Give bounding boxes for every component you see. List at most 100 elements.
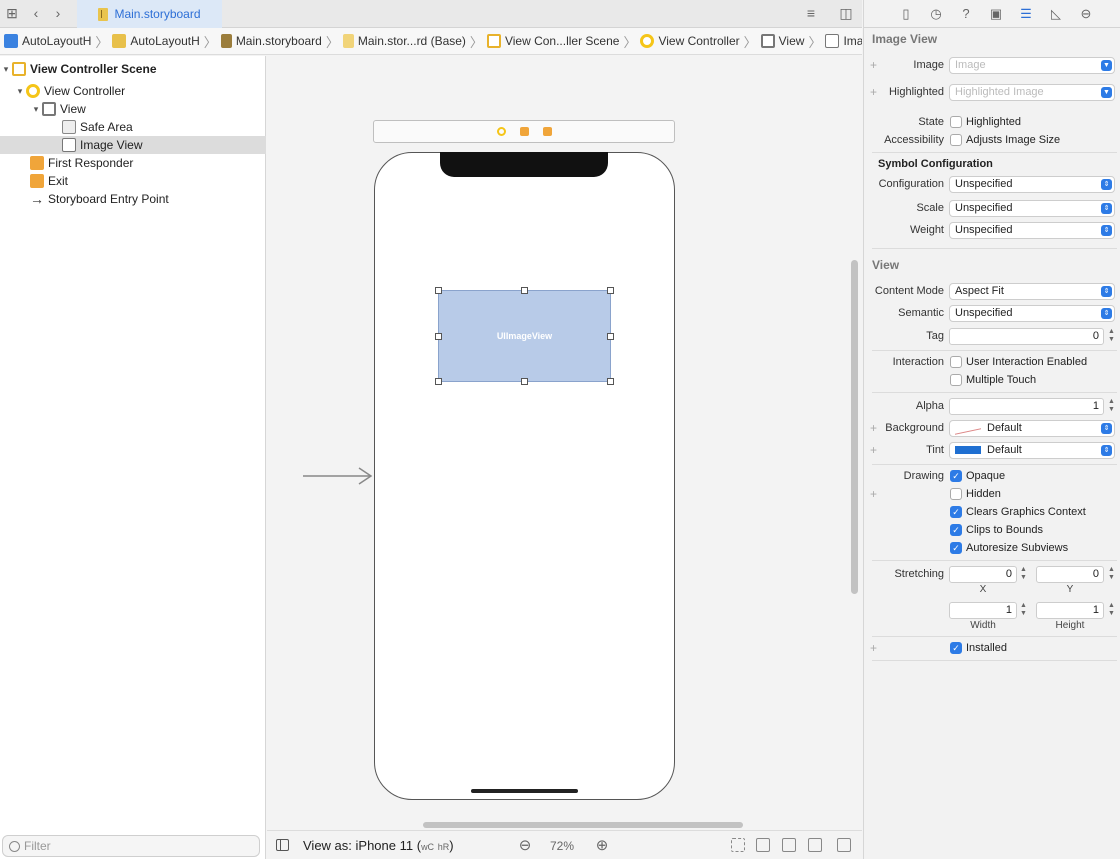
chevron-down-icon[interactable]: ▼ <box>1101 60 1112 71</box>
stretch-width-field[interactable]: 1 <box>949 602 1017 619</box>
alpha-field[interactable]: 1 <box>949 398 1104 415</box>
disclosure-down-icon[interactable]: ▾ <box>30 104 42 115</box>
lines-icon[interactable]: ≡ <box>803 5 819 21</box>
resize-handle[interactable] <box>607 287 614 294</box>
attributes-inspector-icon[interactable]: ☰ <box>1018 6 1034 22</box>
highlighted-image-combo[interactable]: Highlighted Image ▼ <box>949 84 1115 101</box>
entry-point-arrow[interactable] <box>303 466 373 486</box>
user-interaction-checkbox[interactable] <box>950 356 962 368</box>
zoom-out-icon[interactable]: ⊖ <box>517 836 533 854</box>
help-inspector-icon[interactable]: ? <box>958 6 974 22</box>
scene-dock[interactable] <box>373 120 675 143</box>
chevron-updown-icon[interactable]: ⇕ <box>1101 423 1112 434</box>
weight-select[interactable]: Unspecified ⇕ <box>949 222 1115 239</box>
uiimageview[interactable]: UIImageView <box>435 287 614 385</box>
resolve-issues-icon[interactable] <box>808 838 822 852</box>
disclosure-down-icon[interactable]: ▾ <box>0 64 12 75</box>
back-chevron-icon[interactable]: ‹ <box>28 5 44 21</box>
chevron-down-icon[interactable]: ▼ <box>1101 87 1112 98</box>
stretch-height-field[interactable]: 1 <box>1036 602 1104 619</box>
forward-chevron-icon[interactable]: › <box>50 5 66 21</box>
filter-input[interactable]: Filter <box>2 835 260 857</box>
clips-to-bounds-checkbox[interactable]: ✓ <box>950 524 962 536</box>
autoresize-subviews-checkbox[interactable]: ✓ <box>950 542 962 554</box>
split-editor-icon[interactable]: ◫ <box>838 5 854 21</box>
tag-field[interactable]: 0 <box>949 328 1104 345</box>
outline-item-safe-area[interactable]: Safe Area <box>0 118 266 136</box>
image-combo[interactable]: Image ▼ <box>949 57 1115 74</box>
crumb-view-controller[interactable]: View Controller <box>640 34 740 48</box>
zoom-in-icon[interactable]: ⊕ <box>594 836 610 854</box>
clears-graphics-checkbox[interactable]: ✓ <box>950 506 962 518</box>
multiple-touch-checkbox[interactable] <box>950 374 962 386</box>
exit-dock-icon[interactable] <box>542 127 552 136</box>
vertical-scrollbar[interactable] <box>851 260 858 594</box>
resize-handle[interactable] <box>521 287 528 294</box>
semantic-select[interactable]: Unspecified ⇕ <box>949 305 1115 322</box>
chevron-updown-icon[interactable]: ⇕ <box>1101 286 1112 297</box>
plus-icon[interactable]: + <box>870 641 877 655</box>
chevron-updown-icon[interactable]: ⇕ <box>1101 445 1112 456</box>
view-as-device-button[interactable]: View as: iPhone 11 (wC hR) <box>303 838 454 853</box>
size-inspector-icon[interactable]: ◺ <box>1048 6 1064 22</box>
stretch-x-field[interactable]: 0 <box>949 566 1017 583</box>
connections-inspector-icon[interactable]: ⊖ <box>1078 6 1094 22</box>
outline-item-view-controller[interactable]: ▾ View Controller <box>0 82 266 100</box>
adjusts-image-size-checkbox[interactable] <box>950 134 962 146</box>
crumb-storyboard-base[interactable]: Main.stor...rd (Base) <box>342 34 466 48</box>
background-color-select[interactable]: Default ⇕ <box>949 420 1115 437</box>
crumb-image-view[interactable]: Image View <box>825 34 862 48</box>
chevron-updown-icon[interactable]: ⇕ <box>1101 203 1112 214</box>
add-constraints-icon[interactable] <box>782 838 796 852</box>
opaque-checkbox[interactable]: ✓ <box>950 470 962 482</box>
outline-item-image-view[interactable]: Image View <box>0 136 266 154</box>
crumb-project[interactable]: AutoLayoutH <box>4 34 91 48</box>
view-controller-dock-icon[interactable] <box>496 127 506 136</box>
resize-handle[interactable] <box>521 378 528 385</box>
hidden-checkbox[interactable] <box>950 488 962 500</box>
outline-item-first-responder[interactable]: First Responder <box>0 154 266 172</box>
plus-icon[interactable]: + <box>870 487 877 501</box>
chevron-updown-icon[interactable]: ⇕ <box>1101 179 1112 190</box>
disclosure-down-icon[interactable]: ▾ <box>14 86 26 97</box>
scale-select[interactable]: Unspecified ⇕ <box>949 200 1115 217</box>
stretch-width-stepper[interactable]: ▲ ▼ <box>1019 602 1028 618</box>
history-inspector-icon[interactable]: ◷ <box>928 6 944 22</box>
outline-item-scene[interactable]: ▾ View Controller Scene <box>0 60 266 78</box>
crumb-storyboard[interactable]: Main.storyboard <box>220 34 322 48</box>
chevron-updown-icon[interactable]: ⇕ <box>1101 225 1112 236</box>
chevron-updown-icon[interactable]: ⇕ <box>1101 308 1112 319</box>
embed-in-icon[interactable] <box>837 838 851 852</box>
stretch-y-field[interactable]: 0 <box>1036 566 1104 583</box>
horizontal-scrollbar[interactable] <box>423 822 743 828</box>
resize-handle[interactable] <box>607 378 614 385</box>
alpha-stepper[interactable]: ▲ ▼ <box>1107 398 1116 414</box>
state-highlighted-checkbox[interactable] <box>950 116 962 128</box>
toggle-outline-icon[interactable] <box>276 839 289 851</box>
align-icon[interactable] <box>756 838 770 852</box>
outline-item-view[interactable]: ▾ View <box>0 100 266 118</box>
stretch-x-stepper[interactable]: ▲ ▼ <box>1019 566 1028 582</box>
resize-handle[interactable] <box>435 378 442 385</box>
crumb-scene[interactable]: View Con...ller Scene <box>486 34 619 48</box>
tint-color-select[interactable]: Default ⇕ <box>949 442 1115 459</box>
storyboard-canvas[interactable]: UIImageView <box>267 56 862 830</box>
content-mode-select[interactable]: Aspect Fit ⇕ <box>949 283 1115 300</box>
resize-handle[interactable] <box>435 333 442 340</box>
crumb-view[interactable]: View <box>760 34 804 48</box>
identity-inspector-icon[interactable]: ▣ <box>988 6 1004 22</box>
configuration-select[interactable]: Unspecified ⇕ <box>949 176 1115 193</box>
update-frames-icon[interactable] <box>731 838 745 852</box>
resize-handle[interactable] <box>435 287 442 294</box>
tab-main-storyboard[interactable]: Main.storyboard <box>77 0 222 28</box>
stretch-height-stepper[interactable]: ▲ ▼ <box>1107 602 1116 618</box>
outline-item-exit[interactable]: Exit <box>0 172 266 190</box>
iphone-frame[interactable]: UIImageView <box>374 152 675 800</box>
stretch-y-stepper[interactable]: ▲ ▼ <box>1107 566 1116 582</box>
installed-checkbox[interactable]: ✓ <box>950 642 962 654</box>
grid-icon[interactable]: ⊞ <box>4 5 20 21</box>
tag-stepper[interactable]: ▲ ▼ <box>1107 328 1116 344</box>
crumb-folder[interactable]: AutoLayoutH <box>112 34 200 48</box>
resize-handle[interactable] <box>607 333 614 340</box>
outline-item-entry-point[interactable]: → Storyboard Entry Point <box>0 190 266 208</box>
